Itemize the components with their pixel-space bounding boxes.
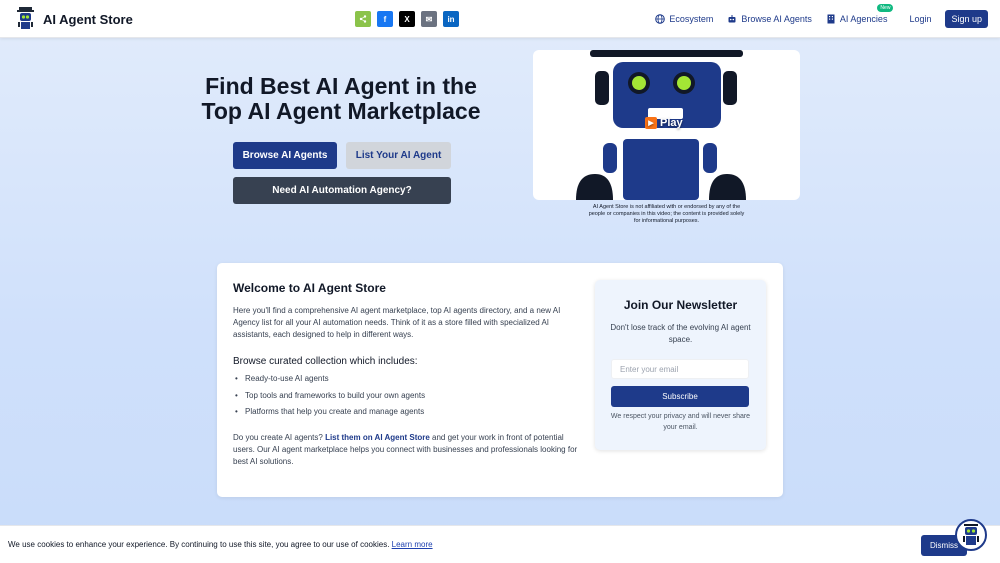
- building-icon: [827, 14, 835, 24]
- play-icon: ▶: [645, 117, 657, 129]
- nav-browse-agents[interactable]: Browse AI Agents: [727, 14, 812, 24]
- chat-widget-button[interactable]: [955, 519, 987, 551]
- cookie-message: We use cookies to enhance your experienc…: [8, 540, 433, 549]
- newsletter-title: Join Our Newsletter: [623, 298, 738, 312]
- list-agent-button[interactable]: List Your AI Agent: [346, 142, 451, 169]
- play-label: Play: [660, 117, 683, 129]
- robot-logo-icon: [17, 7, 34, 29]
- brand[interactable]: AI Agent Store: [16, 7, 133, 31]
- hero-title-line2: Top AI Agent Marketplace: [201, 98, 481, 124]
- newsletter-box: Join Our Newsletter Don't lose track of …: [595, 280, 766, 450]
- automation-agency-button[interactable]: Need AI Automation Agency?: [233, 177, 451, 204]
- nav-browse-label: Browse AI Agents: [741, 14, 812, 24]
- video-disclaimer: AI Agent Store is not affiliated with or…: [588, 204, 745, 224]
- list-item: Ready-to-use AI agents: [233, 374, 425, 391]
- play-button[interactable]: ▶ Play: [645, 117, 683, 129]
- welcome-title: Welcome to AI Agent Store: [233, 281, 386, 295]
- new-badge: New: [877, 4, 894, 12]
- subscribe-button[interactable]: Subscribe: [611, 386, 749, 407]
- collection-heading: Browse curated collection which includes…: [233, 356, 418, 367]
- list-item: Top tools and frameworks to build your o…: [233, 391, 425, 408]
- share-icon[interactable]: [355, 11, 371, 27]
- globe-icon: [655, 14, 666, 24]
- brand-name: AI Agent Store: [43, 11, 133, 27]
- cookie-text: We use cookies to enhance your experienc…: [8, 540, 392, 549]
- list-item: Platforms that help you create and manag…: [233, 407, 425, 424]
- cookie-banner: We use cookies to enhance your experienc…: [0, 525, 1000, 563]
- list-agents-link[interactable]: List them on AI Agent Store: [325, 433, 430, 442]
- nav-ecosystem-label: Ecosystem: [669, 14, 714, 24]
- browse-agents-button[interactable]: Browse AI Agents: [233, 142, 337, 169]
- facebook-icon[interactable]: f: [377, 11, 393, 27]
- welcome-outro: Do you create AI agents? List them on AI…: [233, 432, 583, 468]
- outro-text-before: Do you create AI agents?: [233, 433, 326, 442]
- privacy-note: We respect your privacy and will never s…: [610, 413, 751, 431]
- email-input[interactable]: [611, 359, 749, 379]
- nav-ecosystem[interactable]: Ecosystem: [655, 14, 713, 24]
- email-icon[interactable]: ✉: [421, 11, 437, 27]
- top-navbar: AI Agent Store f X ✉ in Ecosystem Browse…: [0, 0, 1000, 38]
- x-icon[interactable]: X: [399, 11, 415, 27]
- nav-agencies[interactable]: AI Agencies New: [826, 4, 894, 24]
- hero-title: Find Best AI Agent in the Top AI Agent M…: [170, 74, 512, 124]
- robot-icon: [728, 15, 736, 23]
- video-player[interactable]: ▶ Play: [533, 50, 800, 200]
- newsletter-description: Don't lose track of the evolving AI agen…: [610, 323, 751, 344]
- hero-title-line1: Find Best AI Agent in the: [205, 73, 477, 99]
- robot-avatar-icon: [963, 524, 979, 545]
- share-buttons: f X ✉ in: [355, 11, 459, 27]
- linkedin-icon[interactable]: in: [443, 11, 459, 27]
- welcome-intro: Here you'll find a comprehensive AI agen…: [233, 306, 561, 339]
- nav-agencies-label: AI Agencies: [839, 14, 888, 24]
- collection-list: Ready-to-use AI agents Top tools and fra…: [233, 374, 425, 424]
- signup-button[interactable]: Sign up: [945, 10, 988, 28]
- main-nav: Ecosystem Browse AI Agents AI Agencies N…: [641, 0, 988, 38]
- learn-more-link[interactable]: Learn more: [392, 540, 433, 549]
- login-link[interactable]: Login: [909, 14, 931, 24]
